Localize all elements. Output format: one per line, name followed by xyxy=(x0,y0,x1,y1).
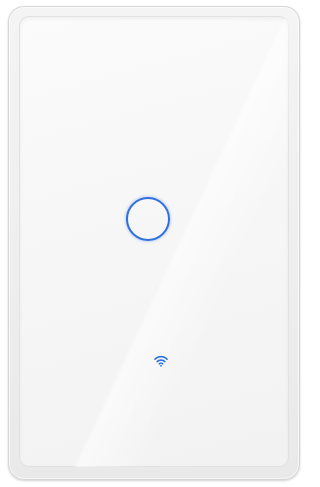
touch-button-ring[interactable] xyxy=(126,197,170,241)
glass-panel xyxy=(19,16,289,467)
wifi-icon xyxy=(154,355,168,367)
switch-product-image xyxy=(0,0,308,487)
switch-frame xyxy=(8,6,300,480)
